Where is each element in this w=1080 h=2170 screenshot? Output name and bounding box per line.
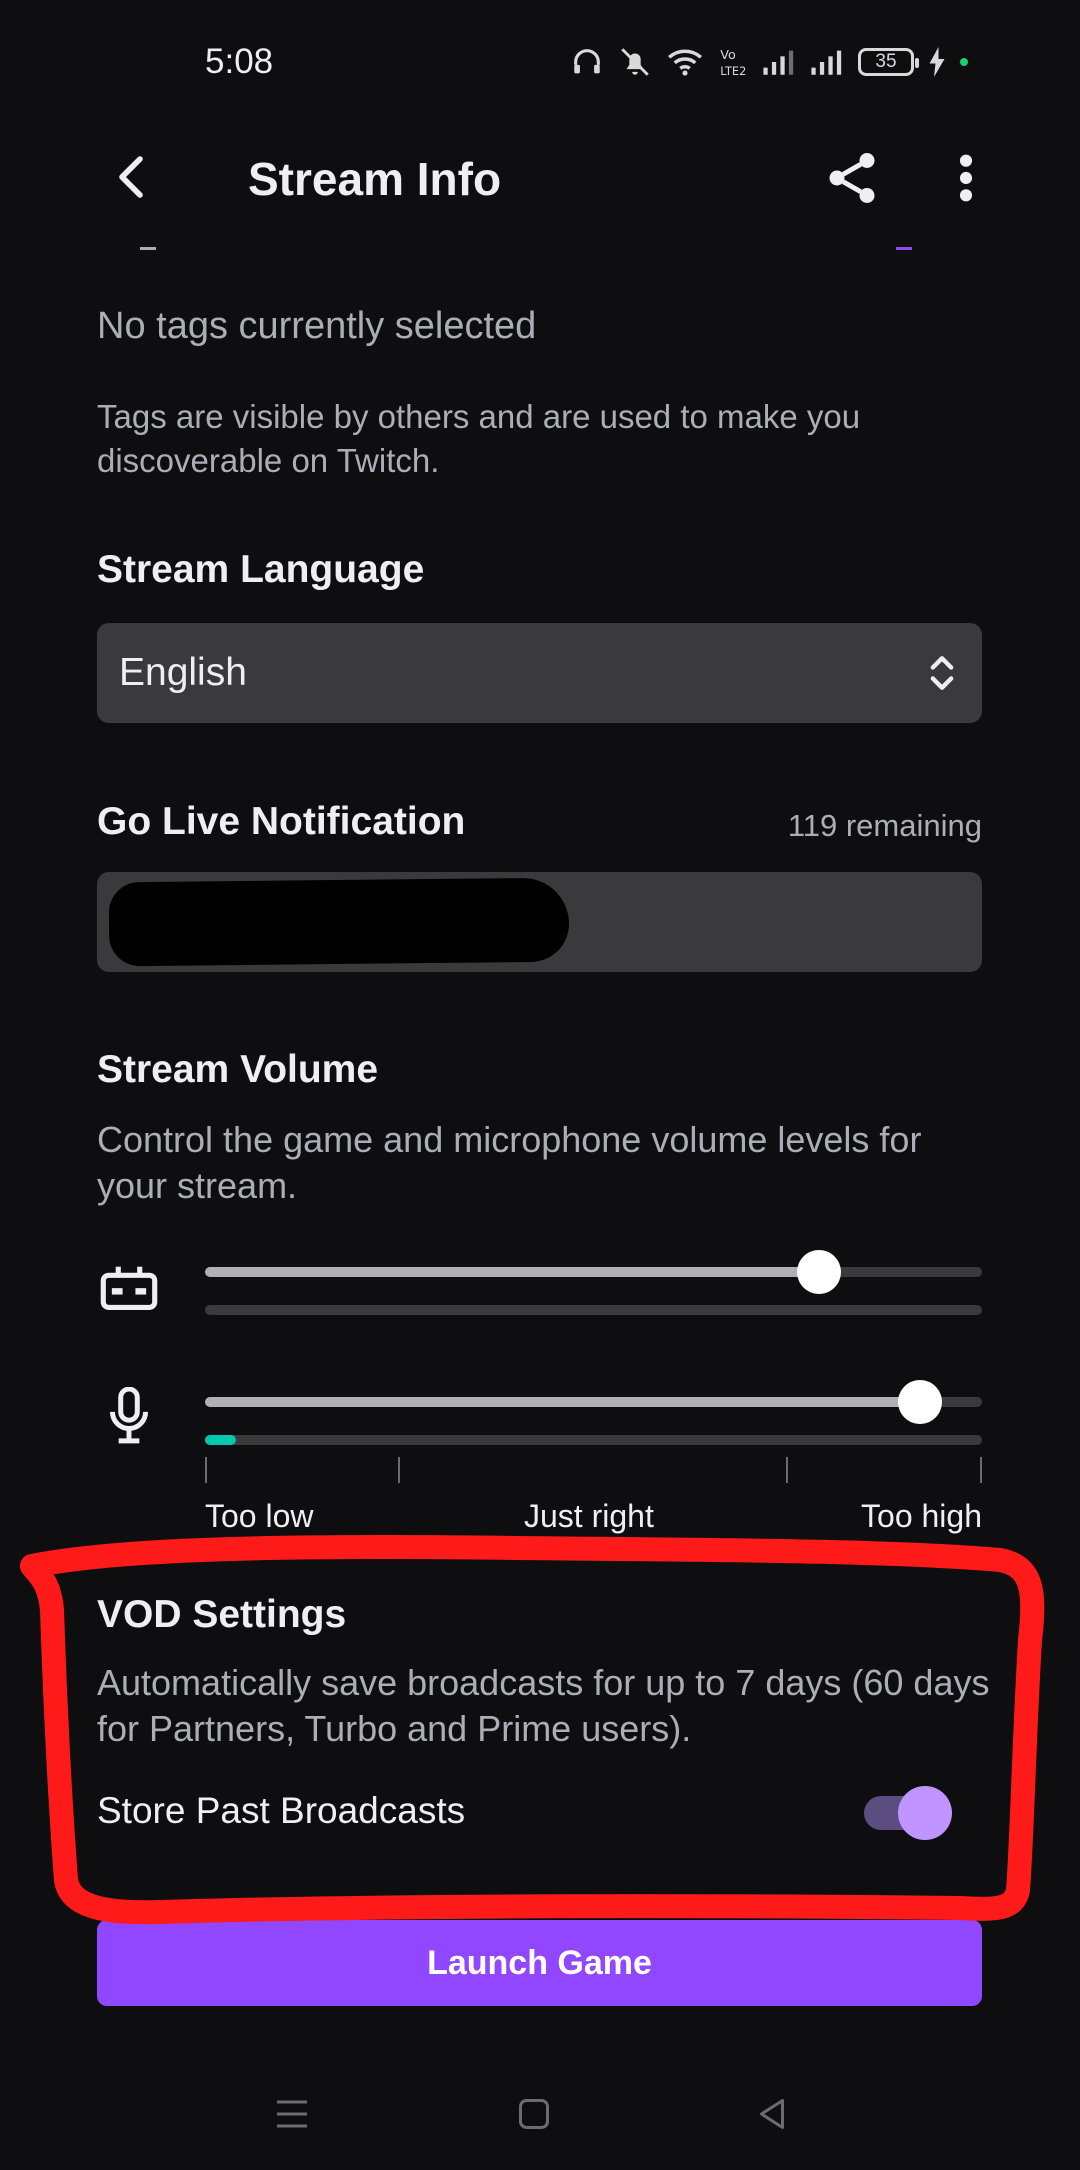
microphone-icon (109, 1387, 149, 1444)
back-triangle-icon (760, 2099, 784, 2129)
wifi-icon (668, 49, 702, 76)
stream-volume-description: Control the game and microphone volume l… (97, 1119, 922, 1206)
system-nav-bar (0, 2060, 1080, 2170)
game-volume-thumb[interactable] (797, 1250, 841, 1294)
mic-volume-slider[interactable] (205, 1380, 982, 1424)
tags-help-text: Tags are visible by others and are used … (97, 398, 861, 479)
share-icon (829, 153, 875, 203)
privacy-dot (960, 58, 968, 66)
status-time: 5:08 (205, 42, 274, 81)
more-vertical-icon (959, 154, 973, 202)
game-volume-icon-wrap (97, 1254, 161, 1318)
bell-muted-icon (621, 48, 649, 76)
redaction-mark (108, 877, 570, 967)
nav-home-button[interactable] (502, 2082, 566, 2146)
store-past-broadcasts-toggle[interactable] (864, 1786, 952, 1840)
more-options-button[interactable] (936, 142, 996, 214)
level-ticks (205, 1457, 982, 1483)
tick-mark (205, 1457, 207, 1483)
store-past-broadcasts-label: Store Past Broadcasts (97, 1790, 466, 1831)
tick-mark (980, 1457, 982, 1483)
stream-language-select[interactable]: English (97, 623, 982, 723)
signal-icon-1 (763, 50, 794, 75)
vod-settings-title: VOD Settings (97, 1593, 347, 1636)
status-bar: 5:08 Vo LTE2 35 (0, 0, 1080, 120)
stream-volume-title: Stream Volume (97, 1048, 379, 1091)
level-label-too-high: Too high (861, 1498, 982, 1534)
mic-volume-fill (205, 1397, 920, 1407)
page-title: Stream Info (248, 153, 502, 205)
charging-icon (929, 47, 945, 77)
signal-icon-2 (811, 50, 842, 75)
go-live-notification-title: Go Live Notification (97, 800, 466, 843)
mic-level-meter (205, 1435, 982, 1445)
back-arrow-icon (119, 156, 143, 198)
gamepad-icon (100, 1266, 158, 1310)
volte-icon: VoLTE2 (720, 48, 746, 78)
stream-language-title: Stream Language (97, 548, 425, 591)
level-label-too-low: Too low (205, 1498, 314, 1534)
share-button[interactable] (816, 142, 888, 214)
nav-back-button[interactable] (740, 2082, 804, 2146)
battery-level: 35 (875, 51, 897, 72)
vod-settings-description: Automatically save broadcasts for up to … (97, 1662, 990, 1749)
home-square-icon (519, 2099, 549, 2129)
tick-mark (398, 1457, 400, 1483)
toggle-knob (898, 1786, 952, 1840)
tick-mark (786, 1457, 788, 1483)
stream-language-value: English (119, 651, 247, 694)
tags-scroll-remnant (140, 247, 156, 250)
mic-volume-thumb[interactable] (898, 1380, 942, 1424)
game-volume-row (97, 1250, 982, 1340)
top-bar: Stream Info (0, 120, 1080, 240)
battery-icon: 35 (858, 48, 919, 76)
nav-recents-button[interactable] (260, 2082, 324, 2146)
notification-remaining-count: 119 remaining (787, 808, 982, 843)
go-live-notification-input[interactable] (97, 872, 982, 972)
game-volume-slider[interactable] (205, 1250, 982, 1294)
tags-scroll-remnant-accent (896, 247, 912, 250)
level-label-just-right: Just right (524, 1498, 654, 1534)
menu-lines-icon (277, 2100, 307, 2128)
headphones-icon (574, 49, 600, 74)
launch-game-button[interactable]: Launch Game (97, 1920, 982, 2006)
game-level-meter (205, 1305, 982, 1315)
back-button[interactable] (100, 145, 164, 209)
svg-text:Vo: Vo (720, 48, 736, 63)
game-volume-fill (205, 1267, 819, 1277)
mic-volume-icon-wrap (97, 1384, 161, 1448)
tags-empty-text: No tags currently selected (97, 305, 537, 347)
svg-text:LTE2: LTE2 (720, 64, 746, 78)
chevron-up-down-icon (930, 656, 954, 690)
status-icons: Vo LTE2 35 (570, 40, 968, 84)
mic-level-meter-fill (205, 1435, 236, 1445)
